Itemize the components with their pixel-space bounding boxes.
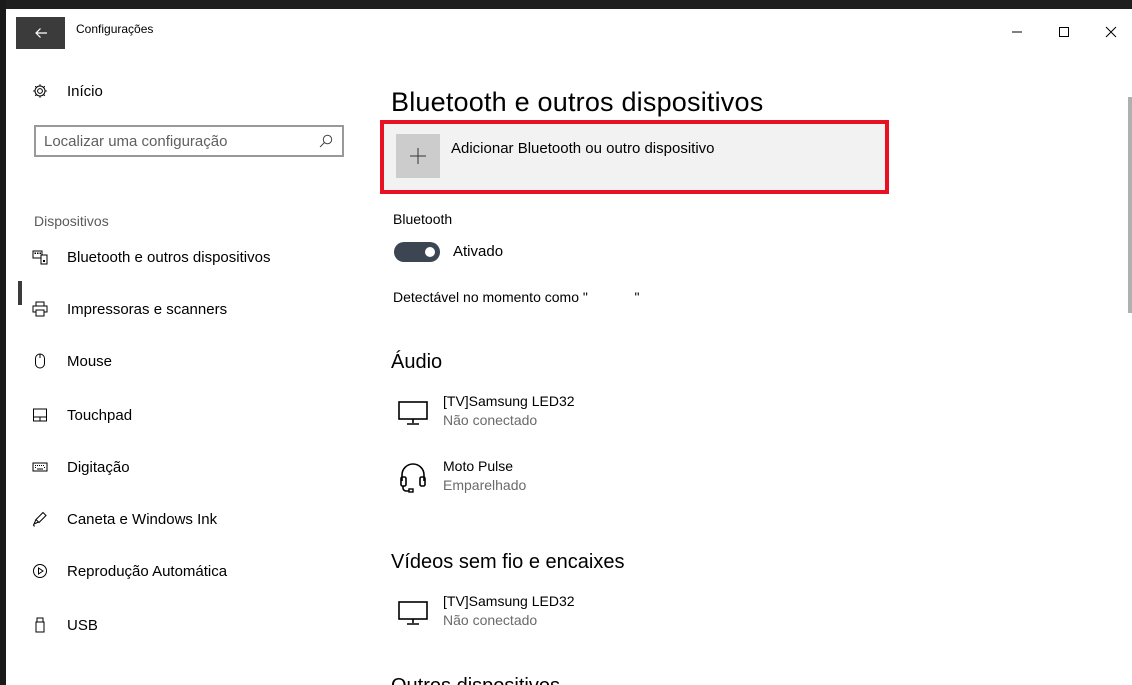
back-arrow-icon — [34, 28, 47, 38]
sidebar-item-label: Reprodução Automática — [67, 562, 228, 580]
headset-icon — [395, 458, 431, 494]
maximize-icon — [1059, 27, 1069, 37]
minimize-icon — [1012, 31, 1022, 33]
wireless-heading: Vídeos sem fio e encaixes — [391, 551, 625, 573]
audio-heading: Áudio — [391, 351, 443, 373]
sidebar-item-home[interactable]: Início — [30, 81, 103, 101]
back-button[interactable] — [16, 17, 65, 49]
device-item-samsung-tv-wireless[interactable]: [TV]Samsung LED32 Não conectado — [395, 591, 575, 629]
close-button[interactable] — [1088, 17, 1132, 47]
sidebar-item-bluetooth[interactable]: Bluetooth e outros dispositivos — [30, 247, 270, 267]
scrollbar[interactable] — [1128, 97, 1132, 313]
touchpad-icon — [30, 405, 50, 425]
add-device-label: Adicionar Bluetooth ou outro dispositivo — [451, 140, 715, 157]
sidebar-item-pen[interactable]: Caneta e Windows Ink — [30, 509, 217, 529]
sidebar-item-label: Digitação — [67, 458, 130, 476]
settings-window: Configurações Início Dispositivos — [6, 9, 1132, 685]
sidebar-item-touchpad[interactable]: Touchpad — [30, 405, 132, 425]
device-status: Emparelhado — [443, 477, 527, 493]
device-status: Não conectado — [443, 612, 538, 628]
page-title: Bluetooth e outros dispositivos — [391, 87, 764, 117]
add-device-button[interactable]: Adicionar Bluetooth ou outro dispositivo — [380, 120, 889, 194]
bluetooth-toggle[interactable] — [394, 242, 440, 262]
selection-indicator — [18, 281, 22, 305]
usb-icon — [30, 615, 50, 635]
device-status: Não conectado — [443, 412, 538, 428]
search-input[interactable] — [44, 127, 314, 155]
sidebar-item-mouse[interactable]: Mouse — [30, 351, 112, 371]
discoverable-text: Detectável no momento como " " — [393, 289, 640, 305]
sidebar-item-label: Início — [67, 82, 103, 100]
monitor-icon — [395, 393, 431, 429]
section-label: Dispositivos — [34, 213, 109, 229]
sidebar-item-printers[interactable]: Impressoras e scanners — [30, 299, 227, 319]
sidebar-item-label: Impressoras e scanners — [67, 300, 228, 318]
sidebar-item-typing[interactable]: Digitação — [30, 457, 130, 477]
search-box[interactable] — [34, 125, 344, 157]
bluetooth-devices-icon — [30, 247, 50, 267]
sidebar-item-label: Mouse — [67, 352, 113, 370]
other-devices-heading: Outros dispositivos — [391, 675, 560, 685]
bluetooth-label: Bluetooth — [393, 211, 453, 227]
sidebar-item-usb[interactable]: USB — [30, 615, 98, 635]
gear-icon — [30, 81, 50, 101]
close-icon — [1105, 26, 1117, 38]
sidebar-item-label: Bluetooth e outros dispositivos — [67, 248, 271, 266]
keyboard-icon — [30, 457, 50, 477]
window-title: Configurações — [76, 22, 154, 36]
sidebar-item-autoplay[interactable]: Reprodução Automática — [30, 561, 227, 581]
sidebar-item-label: Caneta e Windows Ink — [67, 510, 218, 528]
minimize-button[interactable] — [994, 17, 1040, 47]
sidebar: Início Dispositivos Bluetooth e outros d… — [6, 49, 362, 685]
main-content: Bluetooth e outros dispositivos Adiciona… — [362, 49, 1132, 685]
toggle-knob — [425, 247, 435, 257]
autoplay-icon — [30, 561, 50, 581]
bluetooth-state: Ativado — [453, 243, 504, 260]
printer-icon — [30, 299, 50, 319]
plus-icon — [396, 134, 440, 178]
device-item-moto-pulse[interactable]: Moto Pulse Emparelhado — [395, 456, 526, 494]
device-name: [TV]Samsung LED32 — [443, 393, 575, 409]
device-name: Moto Pulse — [443, 458, 514, 474]
search-icon[interactable] — [318, 133, 334, 149]
sidebar-item-label: USB — [67, 616, 98, 634]
sidebar-item-label: Touchpad — [67, 406, 133, 424]
device-item-samsung-tv[interactable]: [TV]Samsung LED32 Não conectado — [395, 391, 575, 429]
mouse-icon — [30, 351, 50, 371]
monitor-icon — [395, 593, 431, 629]
title-bar: Configurações — [6, 9, 1132, 49]
maximize-button[interactable] — [1041, 17, 1087, 47]
pen-icon — [30, 509, 50, 529]
device-name: [TV]Samsung LED32 — [443, 593, 575, 609]
